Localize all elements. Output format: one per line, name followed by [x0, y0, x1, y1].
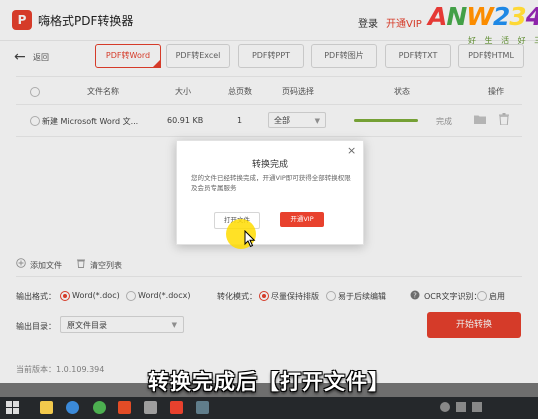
pdf-converter-icon[interactable]: [170, 401, 183, 414]
video-caption: 转换完成后【打开文件】: [148, 370, 390, 394]
dialog-vip-button[interactable]: 开通VIP: [280, 212, 324, 227]
volume-icon[interactable]: [472, 402, 482, 412]
windows-start-icon[interactable]: [6, 401, 19, 414]
app-icon[interactable]: [196, 401, 209, 414]
mouse-pointer-icon: [244, 230, 256, 248]
dialog-title: 转换完成: [251, 160, 288, 170]
watermark-subtitle: 好 生 活 好 三 言: [468, 36, 538, 45]
store-icon[interactable]: [144, 401, 157, 414]
browser-icon[interactable]: [66, 401, 79, 414]
tray-icon[interactable]: [440, 402, 450, 412]
app-icon[interactable]: [118, 401, 131, 414]
network-icon[interactable]: [456, 402, 466, 412]
browser-icon[interactable]: [93, 401, 106, 414]
site-watermark-logo: ANW234 好 生 活 好 三 言: [428, 2, 538, 48]
close-icon[interactable]: ×: [347, 144, 356, 157]
dialog-message: 您的文件已经转换完成，开通VIP即可获得全部转换权限及会员专属服务: [191, 174, 351, 192]
file-explorer-icon[interactable]: [40, 401, 53, 414]
conversion-complete-dialog: 转换完成 × 您的文件已经转换完成，开通VIP即可获得全部转换权限及会员专属服务…: [176, 140, 364, 245]
app-window: P 嗨格式PDF转换器 登录 开通VIP ← 返回 PDF转Word PDF转E…: [0, 0, 538, 383]
windows-taskbar: [0, 397, 538, 419]
